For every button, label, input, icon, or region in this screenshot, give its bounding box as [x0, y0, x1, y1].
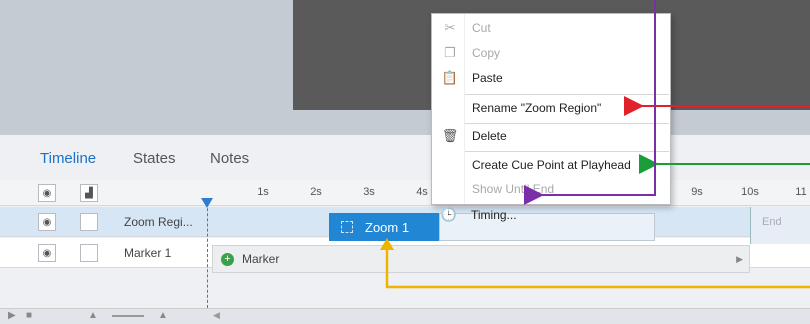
marker-bar[interactable]: + Marker ▶: [212, 245, 750, 273]
menu-item-label: Cut: [472, 21, 491, 35]
visibility-all-icon[interactable]: ◉: [38, 184, 56, 202]
zoom-region-icon: [341, 221, 353, 233]
copy-icon: ❐: [444, 45, 456, 60]
zoom-clip-label: Zoom 1: [365, 219, 410, 235]
playhead-handle[interactable]: [201, 198, 213, 208]
zoom-slider[interactable]: [112, 315, 144, 317]
menu-item-rename[interactable]: Rename "Zoom Region": [432, 96, 670, 120]
trash-icon: 🗑: [441, 128, 459, 143]
menu-separator: [465, 151, 669, 152]
menu-item-label: Copy: [472, 46, 501, 60]
timeline-tabs-bar: [0, 135, 810, 180]
stop-icon[interactable]: ■: [26, 310, 32, 321]
menu-item-label: Delete: [472, 129, 507, 143]
ruler-tick-label: 1s: [257, 186, 269, 198]
menu-item-show-until-end[interactable]: Show Until End: [432, 177, 670, 201]
visibility-icon[interactable]: ◉: [38, 213, 56, 231]
menu-item-copy[interactable]: ❐ Copy: [432, 41, 670, 65]
scissors-icon: ✂: [444, 20, 456, 35]
play-icon[interactable]: ▶: [8, 310, 16, 321]
marker-label: Marker: [242, 252, 280, 266]
menu-item-label: Timing...: [471, 208, 517, 222]
menu-item-label: Create Cue Point at Playhead: [472, 158, 631, 172]
tab-notes[interactable]: Notes: [210, 150, 249, 167]
clipboard-icon: 📋: [441, 70, 459, 85]
menu-item-paste[interactable]: 📋 Paste: [432, 66, 670, 90]
timeline-ruler[interactable]: [0, 180, 810, 206]
playhead-line: [207, 198, 208, 308]
timeline-bottom-bar: ▶ ■ ▲ ▲ ◀: [0, 308, 810, 324]
track-label: Marker 1: [124, 246, 172, 260]
tab-states[interactable]: States: [133, 150, 176, 167]
zoom-clip[interactable]: Zoom 1: [329, 213, 439, 241]
ruler-tick-label: 10s: [741, 186, 759, 198]
ruler-tick-label: 11: [795, 186, 807, 198]
menu-item-delete[interactable]: 🗑 Delete: [432, 124, 670, 148]
ruler-tick-label: 3s: [363, 186, 375, 198]
ruler-tick-label: 2s: [310, 186, 322, 198]
zoom-out-icon[interactable]: ▲: [88, 310, 98, 321]
visibility-icon[interactable]: ◉: [38, 244, 56, 262]
track-label: Zoom Regi...: [124, 215, 193, 229]
menu-item-label: Paste: [472, 71, 503, 85]
add-marker-icon[interactable]: +: [221, 252, 234, 266]
lock-checkbox[interactable]: [80, 244, 98, 262]
menu-item-timing[interactable]: 🕒 Timing...: [431, 203, 671, 227]
menu-item-cut[interactable]: ✂ Cut: [432, 16, 670, 40]
marker-expand-icon[interactable]: ▶: [736, 254, 743, 265]
ruler-tick-label: 9s: [691, 186, 703, 198]
ruler-tick-label: 4s: [416, 186, 428, 198]
lock-all-icon[interactable]: ▟: [80, 184, 98, 202]
menu-separator: [465, 94, 669, 95]
scroll-left-icon[interactable]: ◀: [213, 310, 220, 321]
clock-icon: 🕒: [440, 207, 458, 222]
context-menu: ✂ Cut ❐ Copy 📋 Paste Rename "Zoom Region…: [431, 13, 671, 205]
tab-timeline[interactable]: Timeline: [40, 150, 96, 167]
end-label: End: [762, 216, 782, 228]
menu-item-label: Show Until End: [472, 182, 555, 196]
mountain-icon[interactable]: ▲: [158, 310, 168, 321]
menu-item-label: Rename "Zoom Region": [472, 101, 602, 115]
lock-checkbox[interactable]: [80, 213, 98, 231]
menu-item-create-cue-point[interactable]: Create Cue Point at Playhead: [432, 153, 670, 177]
